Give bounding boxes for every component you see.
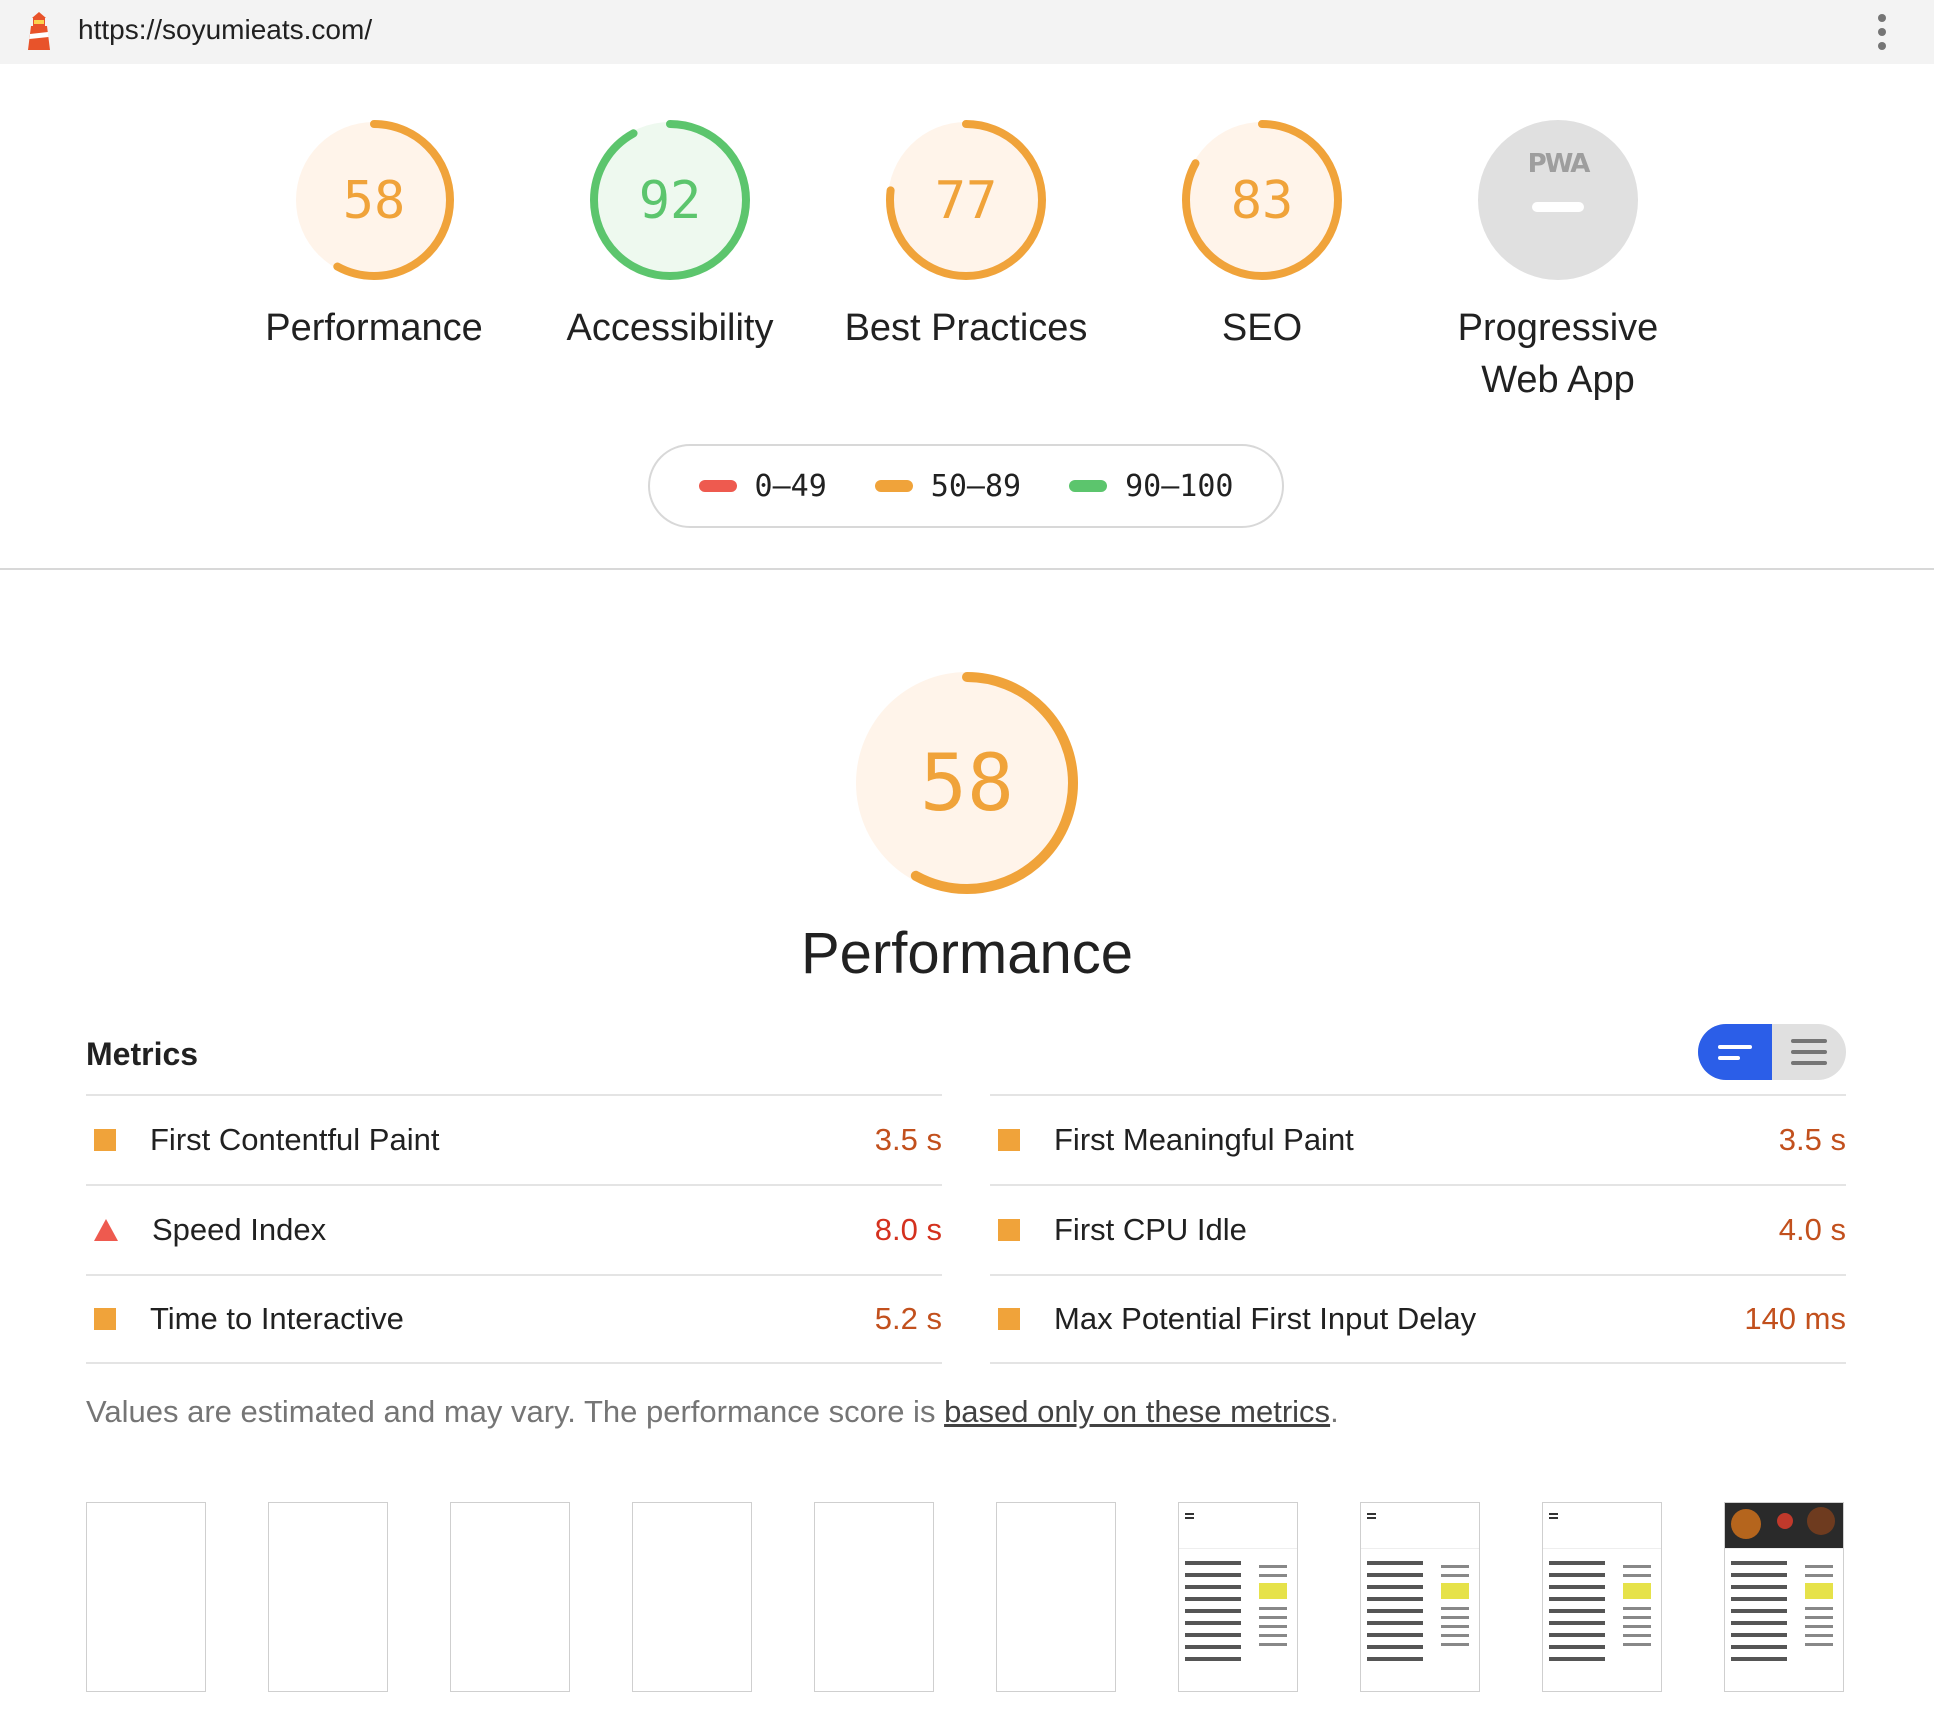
legend-pass-range: 90–100 (1125, 468, 1234, 504)
average-square-icon (94, 1129, 116, 1151)
metrics-view-toggle[interactable] (1698, 1024, 1846, 1080)
filmstrip-frame (268, 1502, 388, 1692)
legend-pass-pill (1069, 480, 1108, 492)
metric-name: Time to Interactive (150, 1301, 404, 1336)
filmstrip-frame (814, 1502, 934, 1692)
filmstrip-frame (1178, 1502, 1298, 1692)
gauge-performance[interactable]: 58 Performance (244, 118, 504, 354)
big-gauge-value: 58 (920, 739, 1014, 829)
performance-big-gauge: 58 (856, 672, 1078, 894)
gauge-seo-ring: 83 (1182, 120, 1342, 280)
legend-average-pill (874, 480, 913, 492)
gauge-label: Accessibility (566, 307, 774, 349)
lighthouse-icon (28, 12, 50, 50)
average-square-icon (998, 1129, 1020, 1151)
metric-row: Speed Index 8.0 s (86, 1184, 942, 1274)
report-topbar: https://soyumieats.com/ (0, 0, 1934, 64)
metric-row: First Contentful Paint 3.5 s (86, 1094, 942, 1184)
gauge-label: Performance (265, 307, 483, 349)
metrics-note: Values are estimated and may vary. The p… (86, 1394, 1339, 1430)
legend-fail-pill (698, 480, 737, 492)
fail-triangle-icon (94, 1219, 118, 1241)
average-square-icon (94, 1308, 116, 1330)
filmstrip-frame (1360, 1502, 1480, 1692)
metric-row: First CPU Idle 4.0 s (990, 1184, 1846, 1274)
metrics-right-column: First Meaningful Paint 3.5 s First CPU I… (990, 1094, 1846, 1364)
average-square-icon (998, 1308, 1020, 1330)
gauge-seo[interactable]: 83 SEO (1132, 118, 1392, 354)
report-url: https://soyumieats.com/ (78, 14, 373, 45)
gauge-accessibility[interactable]: 92 Accessibility (540, 118, 800, 354)
filmstrip (86, 1502, 1846, 1694)
legend-pass: 90–100 (1069, 469, 1233, 504)
performance-section-title: Performance (800, 921, 1134, 986)
gauge-pwa[interactable]: PWA Progressive Web App (1428, 118, 1688, 406)
gauge-label-line: Progressive (1457, 307, 1659, 349)
metric-row: First Meaningful Paint 3.5 s (990, 1094, 1846, 1184)
filmstrip-frame (86, 1502, 206, 1692)
metrics-title: Metrics (86, 1036, 199, 1072)
note-text: Values are estimated and may vary. The p… (86, 1394, 945, 1429)
gauge-accessibility-ring: 92 (590, 120, 750, 280)
metric-value: 8.0 s (874, 1212, 942, 1247)
gauge-label: Best Practices (844, 307, 1088, 349)
metric-name: First Meaningful Paint (1054, 1122, 1354, 1157)
gauge-best-practices[interactable]: 77 Best Practices (836, 118, 1096, 354)
filmstrip-frame (1724, 1502, 1844, 1692)
metric-value: 140 ms (1744, 1301, 1846, 1336)
legend-fail-range: 0–49 (754, 468, 827, 504)
gauge-label: SEO (1221, 307, 1303, 349)
gauge-label: Progressive Web App (1428, 302, 1688, 406)
filmstrip-frame (632, 1502, 752, 1692)
filmstrip-frame (1542, 1502, 1662, 1692)
metric-row: Max Potential First Input Delay 140 ms (990, 1274, 1846, 1364)
filmstrip-frame (450, 1502, 570, 1692)
expanded-view-icon[interactable] (1772, 1024, 1846, 1080)
metric-value: 5.2 s (874, 1301, 942, 1336)
metric-row: Time to Interactive 5.2 s (86, 1274, 942, 1364)
score-legend: 0–49 50–89 90–100 (648, 444, 1284, 528)
filmstrip-frame (996, 1502, 1116, 1692)
metric-value: 3.5 s (874, 1122, 942, 1157)
compact-view-icon[interactable] (1698, 1024, 1772, 1080)
legend-average-range: 50–89 (930, 468, 1022, 504)
section-divider (0, 568, 1934, 570)
legend-fail: 0–49 (698, 468, 827, 504)
gauge-value: 83 (1231, 171, 1294, 231)
metric-name: Speed Index (152, 1212, 327, 1247)
pwa-dash-icon (1532, 202, 1584, 212)
metric-name: First Contentful Paint (150, 1122, 440, 1157)
gauge-performance-ring: 58 (294, 120, 454, 280)
metrics-left-column: First Contentful Paint 3.5 s Speed Index… (86, 1094, 942, 1364)
metrics-link[interactable]: based only on these metrics (944, 1394, 1330, 1429)
gauge-pwa-ring: PWA (1478, 120, 1638, 280)
gauge-label-line: Web App (1481, 359, 1635, 401)
pwa-icon: PWA (1528, 149, 1591, 179)
legend-average: 50–89 (874, 468, 1022, 504)
kebab-menu-icon[interactable] (1870, 14, 1894, 50)
metric-value: 4.0 s (1778, 1212, 1846, 1247)
gauge-value: 58 (343, 171, 406, 231)
metric-name: Max Potential First Input Delay (1054, 1301, 1477, 1336)
gauge-best-practices-ring: 77 (886, 120, 1046, 280)
metric-value: 3.5 s (1778, 1122, 1846, 1157)
note-suffix: . (1330, 1394, 1339, 1429)
average-square-icon (998, 1219, 1020, 1241)
gauge-value: 92 (639, 171, 702, 231)
gauge-value: 77 (935, 171, 998, 231)
metric-name: First CPU Idle (1054, 1212, 1247, 1247)
